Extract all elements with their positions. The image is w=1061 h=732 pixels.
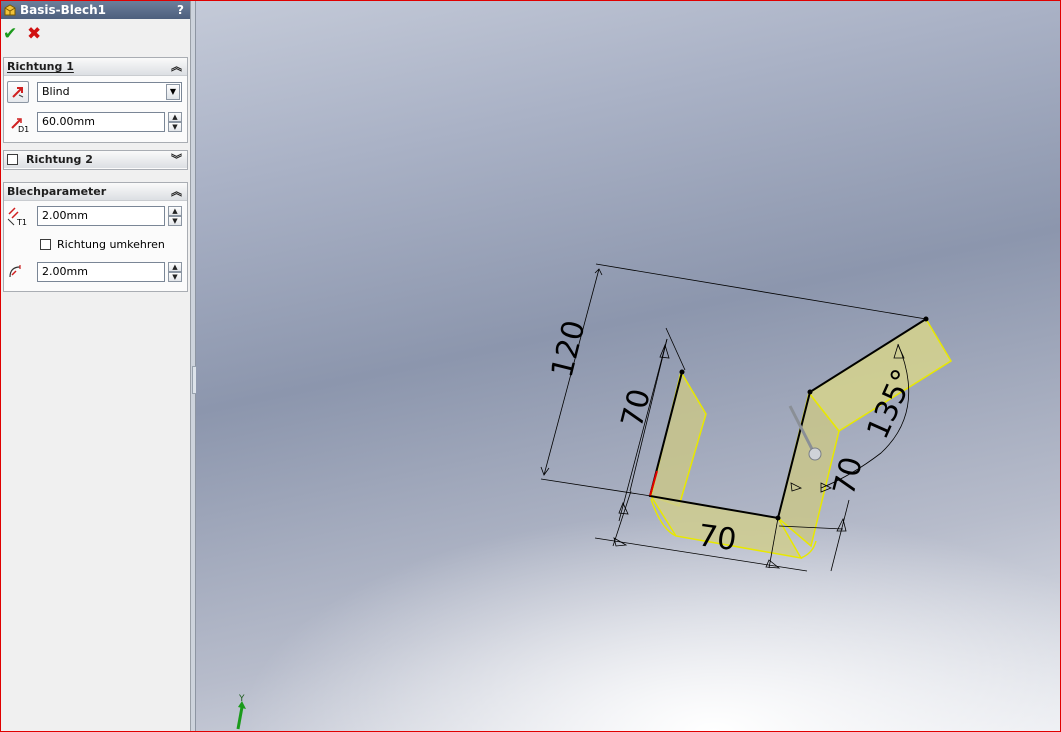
blechparameter-group: Blechparameter ︽ T1 2.00mm ▲ ▼ Richtung … <box>3 182 188 292</box>
richtung1-header[interactable]: Richtung 1 ︽ <box>4 58 187 76</box>
help-icon[interactable]: ? <box>177 1 184 19</box>
thickness-spinner[interactable]: ▲ ▼ <box>168 206 182 227</box>
spin-down-icon[interactable]: ▼ <box>168 216 182 226</box>
blechparameter-title: Blechparameter <box>7 185 107 198</box>
panel-title-bar: Basis-Blech1 ? <box>1 1 190 19</box>
dimension-70-right[interactable]: 70 <box>827 453 870 499</box>
reverse-thickness-checkbox[interactable] <box>40 239 51 250</box>
expand-chevron-icon[interactable]: ︾ <box>171 151 182 168</box>
blechparameter-header[interactable]: Blechparameter ︽ <box>4 183 187 201</box>
reverse-direction-button[interactable] <box>7 81 29 103</box>
depth-d1-icon: D1 <box>11 118 29 134</box>
spin-down-icon[interactable]: ▼ <box>168 272 182 282</box>
solidworks-window: Basis-Blech1 ? ✔ ✖ Richtung 1 ︽ Blind ▼ … <box>0 0 1061 732</box>
end-condition-value: Blind <box>42 85 70 98</box>
richtung1-group: Richtung 1 ︽ Blind ▼ D1 60.00mm ▲ ▼ <box>3 57 188 143</box>
panel-title: Basis-Blech1 <box>20 3 107 17</box>
triad-y-label: Y <box>238 694 245 704</box>
thickness-t1-icon: T1 <box>7 207 27 227</box>
property-manager-panel: Basis-Blech1 ? ✔ ✖ Richtung 1 ︽ Blind ▼ … <box>1 1 191 731</box>
sketch-point[interactable] <box>679 369 685 375</box>
ok-button[interactable]: ✔ <box>3 24 17 44</box>
richtung2-title: Richtung 2 <box>26 153 93 166</box>
reference-triad: Y <box>236 694 246 730</box>
dimension-70-bottom[interactable]: 70 <box>696 518 739 558</box>
chevron-down-icon[interactable]: ▼ <box>166 84 180 100</box>
dimension-120[interactable]: 120 <box>545 317 593 381</box>
depth-spinner[interactable]: ▲ ▼ <box>168 112 182 133</box>
collapse-chevron-icon[interactable]: ︽ <box>171 58 182 75</box>
richtung1-title: Richtung 1 <box>7 60 74 73</box>
bend-radius-spinner[interactable]: ▲ ▼ <box>168 262 182 283</box>
richtung2-checkbox[interactable] <box>7 154 18 165</box>
spin-up-icon[interactable]: ▲ <box>168 262 182 272</box>
spin-up-icon[interactable]: ▲ <box>168 206 182 216</box>
sketch-canvas[interactable]: 120 70 70 70 135° Y <box>196 1 1060 731</box>
collapse-chevron-icon[interactable]: ︽ <box>171 183 182 200</box>
svg-text:D1: D1 <box>18 125 29 134</box>
reverse-direction-icon <box>12 87 24 98</box>
sheet-metal-feature-icon <box>4 4 16 16</box>
sheet-metal-preview <box>649 317 953 560</box>
end-condition-select[interactable]: Blind ▼ <box>37 82 182 102</box>
spin-down-icon[interactable]: ▼ <box>168 122 182 132</box>
ok-cancel-bar: ✔ ✖ <box>1 19 190 49</box>
svg-text:T1: T1 <box>16 218 27 227</box>
graphics-area[interactable]: 120 70 70 70 135° Y <box>196 1 1060 731</box>
dimension-70-left[interactable]: 70 <box>615 385 658 431</box>
richtung2-header[interactable]: Richtung 2 ︾ <box>4 151 187 168</box>
cancel-button[interactable]: ✖ <box>27 24 41 44</box>
bend-radius-input[interactable]: 2.00mm <box>37 262 165 282</box>
sketch-point[interactable] <box>807 389 813 395</box>
left-flange-face <box>650 370 707 507</box>
depth-input[interactable]: 60.00mm <box>37 112 165 132</box>
spin-up-icon[interactable]: ▲ <box>168 112 182 122</box>
richtung2-group: Richtung 2 ︾ <box>3 150 188 170</box>
reverse-thickness-label: Richtung umkehren <box>57 238 165 251</box>
thickness-input[interactable]: 2.00mm <box>37 206 165 226</box>
bend-radius-icon <box>9 265 21 278</box>
